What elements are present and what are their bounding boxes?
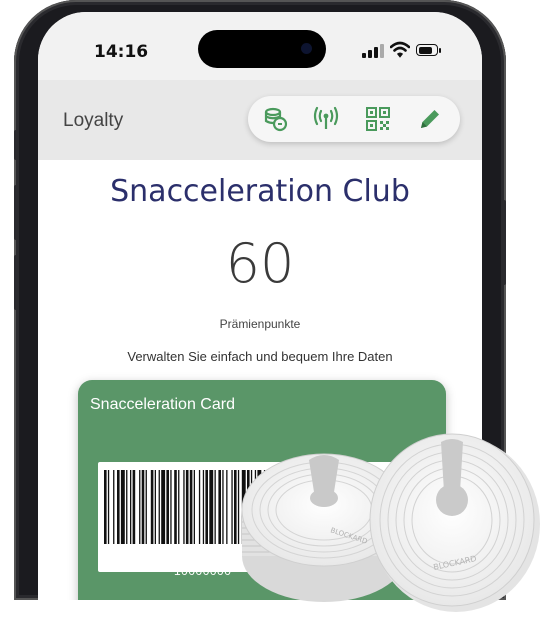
signal-bar-3 bbox=[374, 47, 378, 58]
battery-cap bbox=[439, 48, 441, 53]
qr-code-button[interactable] bbox=[364, 105, 392, 133]
card-title: Snacceleration Card bbox=[90, 396, 235, 413]
status-bar: 14:16 bbox=[38, 12, 482, 80]
club-subtitle: Verwalten Sie einfach und bequem Ihre Da… bbox=[127, 349, 393, 364]
points-value: 60 bbox=[225, 232, 295, 295]
nfc-tags-overlay: BLOCKARD BLOCKARD bbox=[241, 433, 540, 612]
battery-icon bbox=[416, 44, 438, 56]
points-label: Prämienpunkte bbox=[219, 317, 301, 331]
status-icons bbox=[362, 41, 442, 58]
wifi-icon bbox=[390, 41, 410, 58]
phone-side-button-3 bbox=[14, 255, 18, 310]
nfc-antenna-icon bbox=[313, 106, 339, 129]
action-toolbar bbox=[248, 96, 460, 142]
signal-bar-1 bbox=[362, 53, 366, 58]
qr-code-icon bbox=[366, 107, 390, 131]
dynamic-island bbox=[198, 30, 326, 68]
edit-button[interactable] bbox=[416, 105, 444, 133]
app-bar-title: Loyalty bbox=[63, 110, 124, 131]
phone-power-button bbox=[502, 200, 506, 285]
app-bar: Loyalty bbox=[38, 80, 482, 160]
nfc-button[interactable] bbox=[312, 105, 340, 133]
phone-side-button-2 bbox=[14, 185, 18, 240]
coins-icon bbox=[264, 107, 288, 132]
camera-dot bbox=[301, 43, 312, 54]
phone-side-button-1 bbox=[14, 130, 18, 160]
club-title: Snacceleration Club bbox=[110, 174, 410, 209]
signal-bar-4 bbox=[380, 44, 384, 58]
barcode-number: 10000000 bbox=[174, 564, 232, 578]
coins-button[interactable] bbox=[262, 105, 290, 133]
status-time: 14:16 bbox=[94, 42, 149, 62]
pencil-icon bbox=[421, 110, 439, 128]
signal-bar-2 bbox=[368, 50, 372, 58]
nfc-tag-single: BLOCKARD bbox=[369, 433, 540, 612]
